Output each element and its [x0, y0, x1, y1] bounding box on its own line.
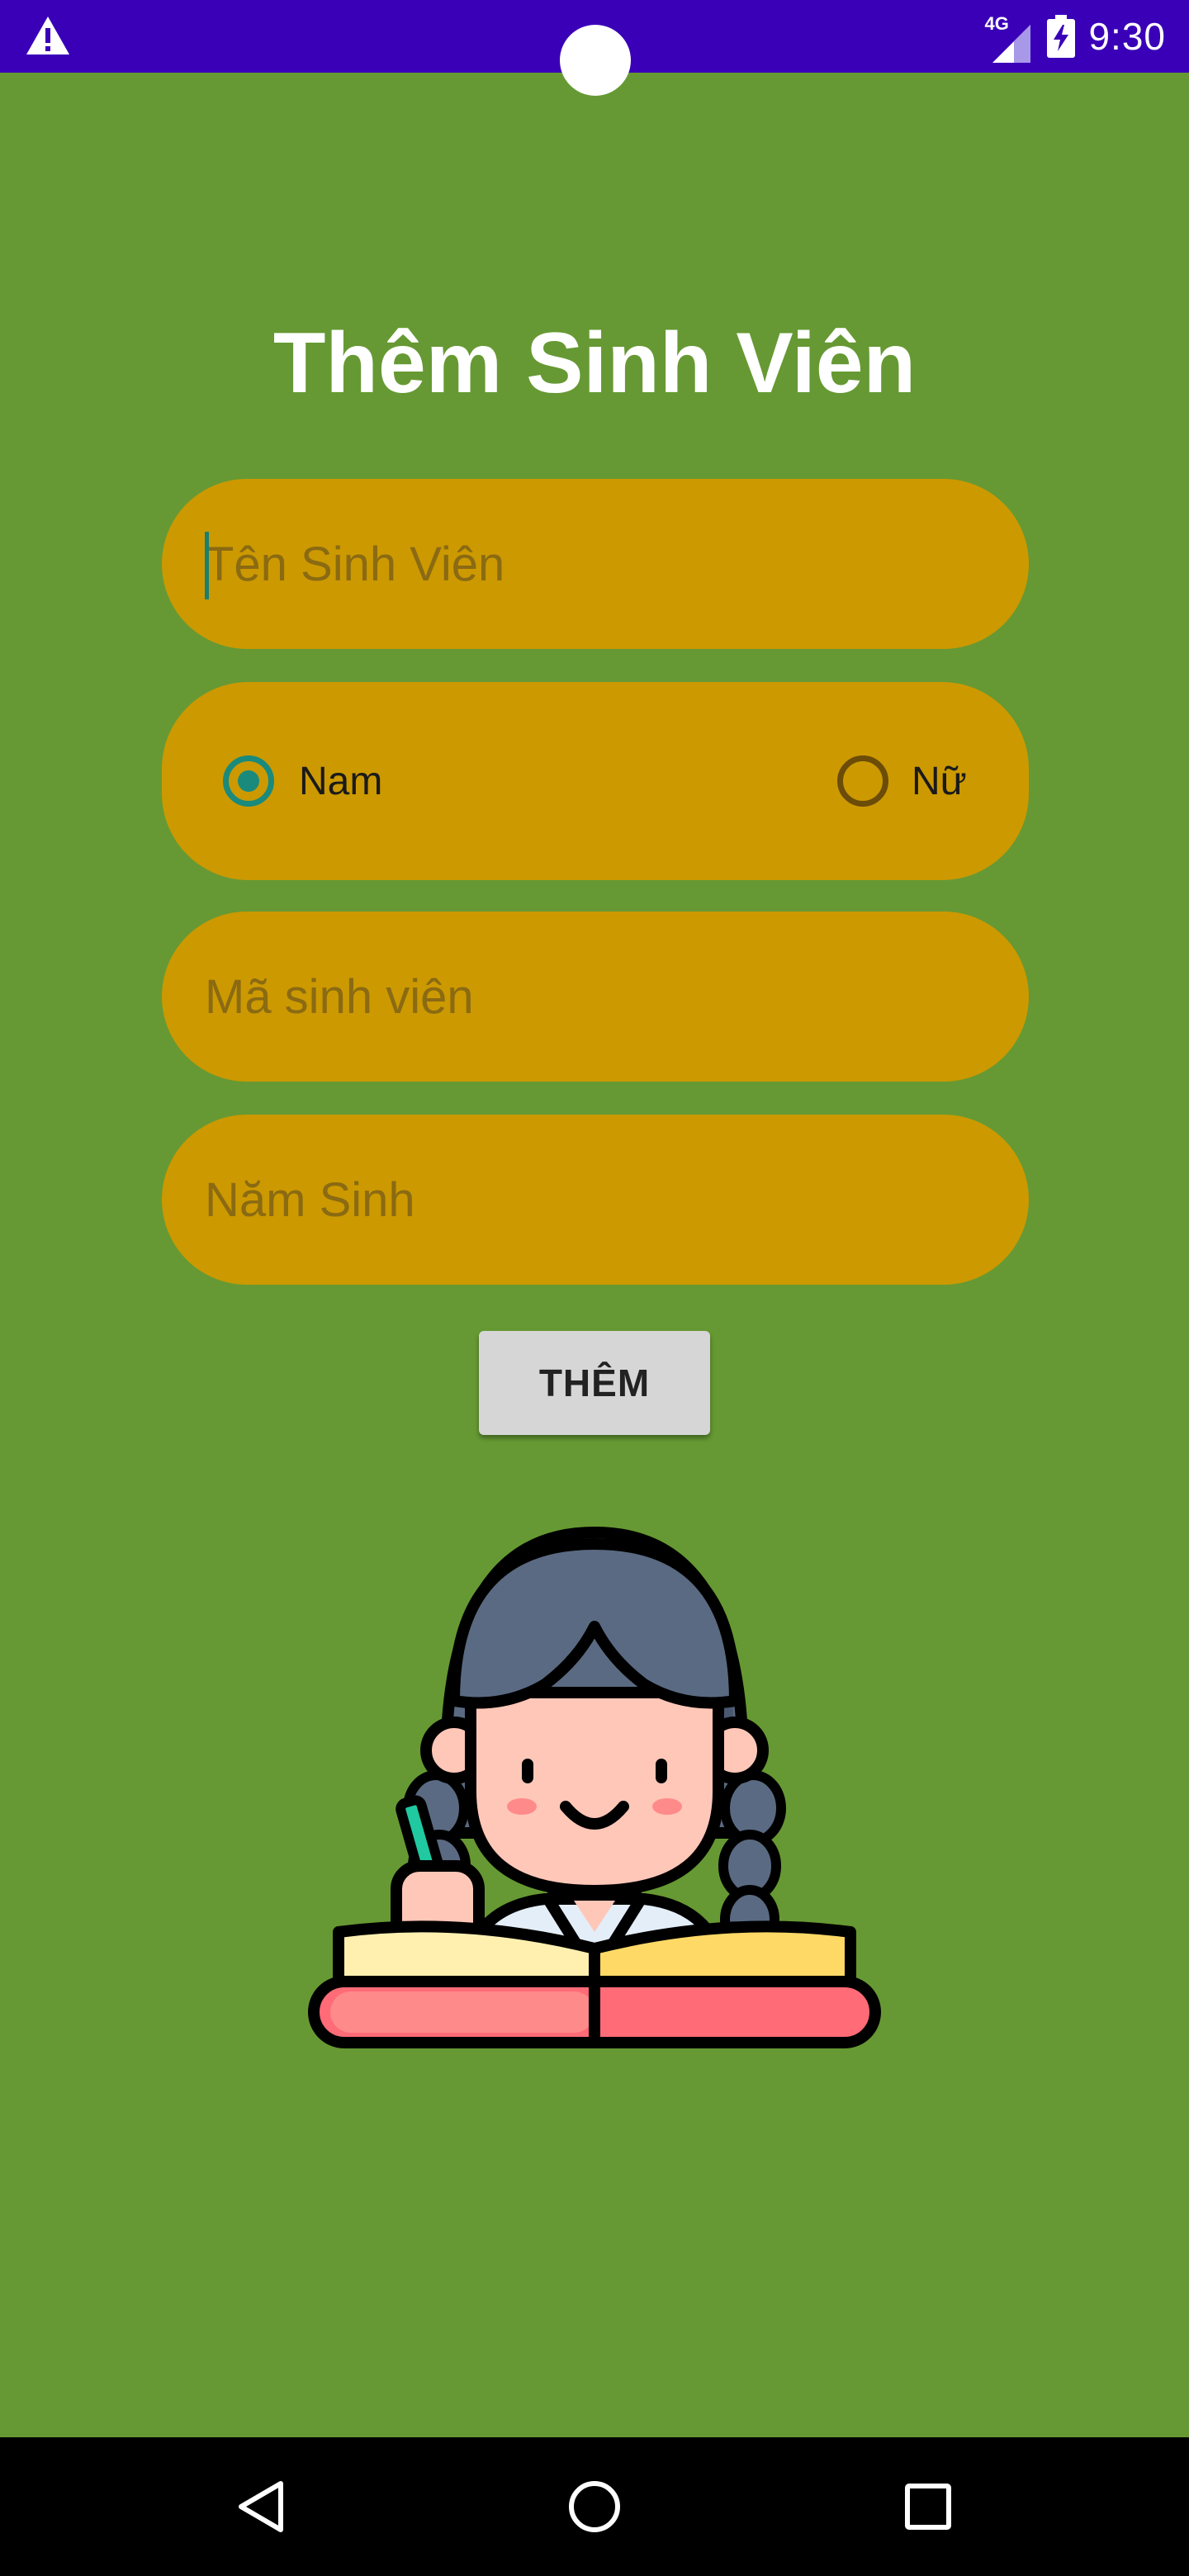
student-id-input[interactable]: Mã sinh viên: [162, 912, 1029, 1082]
page-title: Thêm Sinh Viên: [272, 315, 917, 411]
warning-icon: [26, 17, 69, 54]
radio-checked-icon: [223, 755, 274, 807]
recents-button[interactable]: [862, 2437, 994, 2576]
back-icon: [239, 2481, 283, 2532]
navigation-bar: [0, 2437, 1189, 2576]
camera-cutout: [560, 25, 631, 96]
student-name-placeholder: Tên Sinh Viên: [205, 537, 505, 591]
back-button[interactable]: [195, 2437, 327, 2576]
gender-option-female[interactable]: Nữ: [837, 682, 967, 880]
birth-year-input[interactable]: Năm Sinh: [162, 1115, 1029, 1285]
text-caret: [205, 532, 209, 599]
signal-icon: 4G: [984, 13, 1034, 63]
radio-unchecked-icon: [837, 755, 888, 807]
add-student-button[interactable]: THÊM: [479, 1331, 710, 1435]
birth-year-placeholder: Năm Sinh: [205, 1172, 415, 1227]
gender-radio-group: Nam Nữ: [162, 682, 1029, 880]
status-clock: 9:30: [1088, 15, 1166, 58]
home-icon: [569, 2481, 620, 2532]
home-button[interactable]: [528, 2437, 661, 2576]
status-icons: 4G 9:30: [984, 0, 1166, 73]
recents-icon: [905, 2484, 951, 2530]
gender-option-male[interactable]: Nam: [223, 682, 382, 880]
student-name-input[interactable]: Tên Sinh Viên: [162, 479, 1029, 649]
gender-option-male-label: Nam: [299, 759, 383, 803]
battery-charging-icon: [1047, 15, 1076, 58]
student-reading-icon: [308, 1527, 881, 2048]
gender-option-female-label: Nữ: [912, 759, 967, 803]
student-id-placeholder: Mã sinh viên: [205, 969, 474, 1024]
